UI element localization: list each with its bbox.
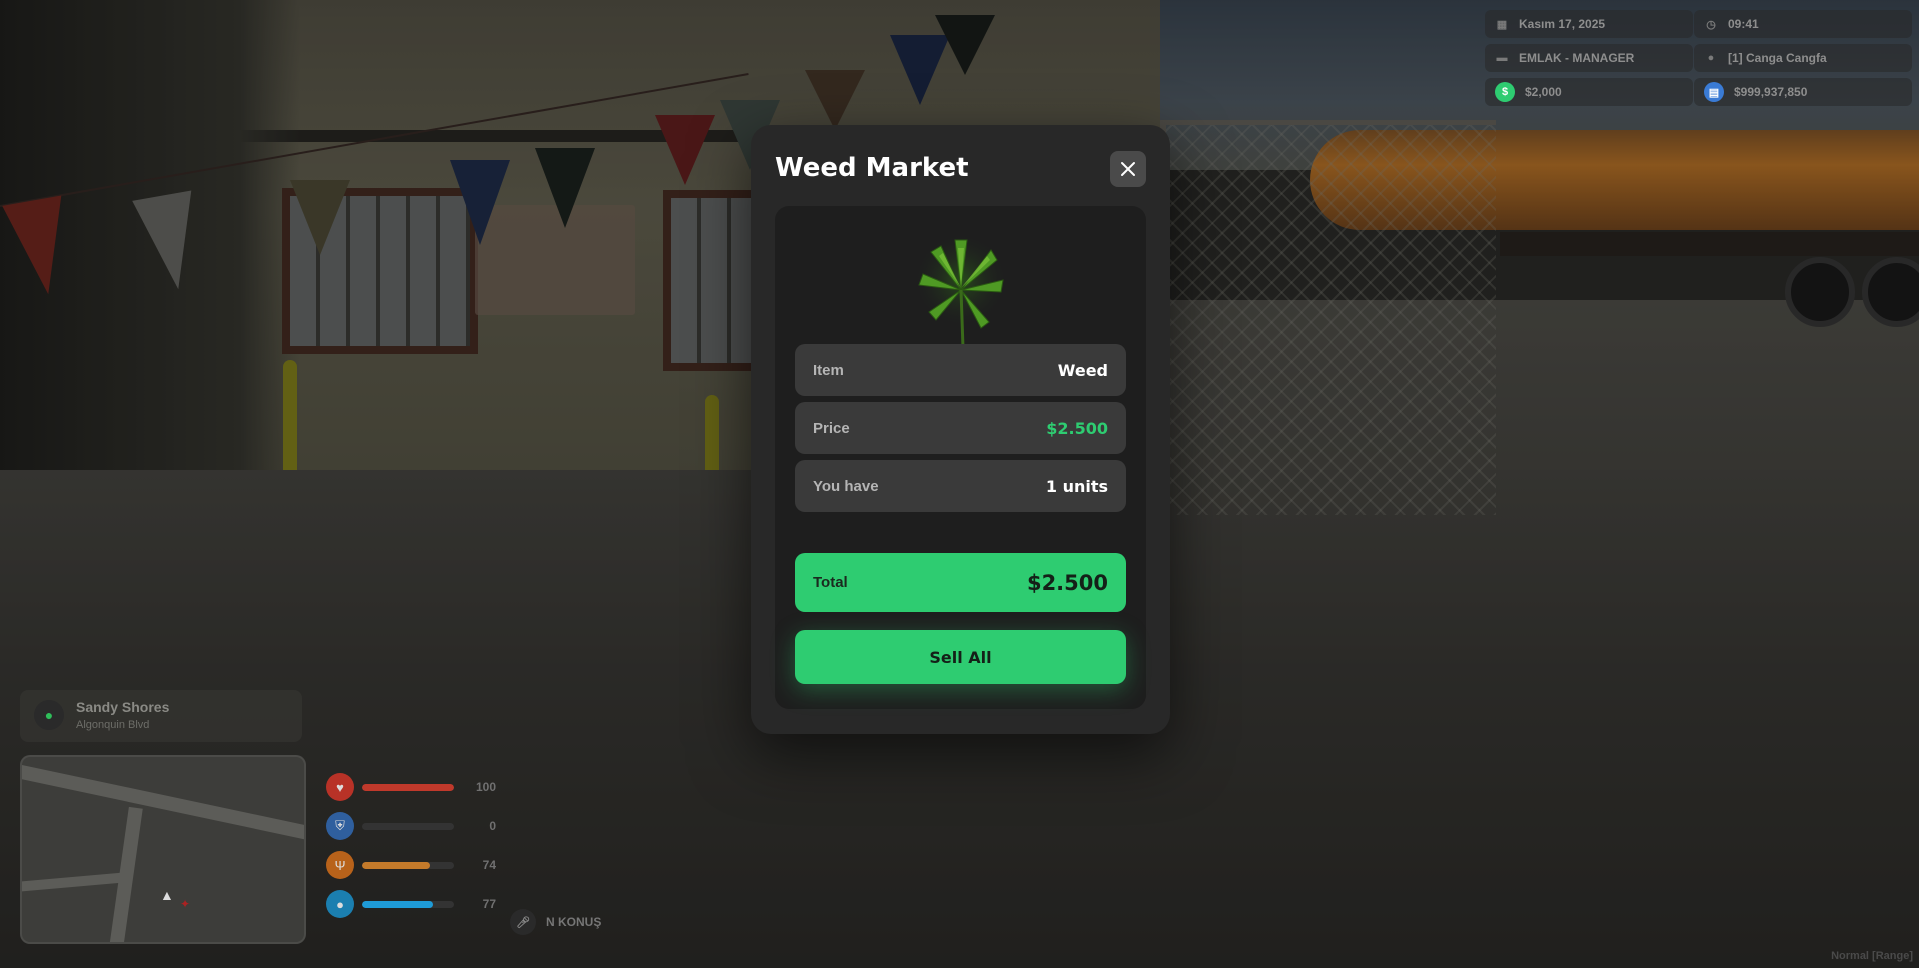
item-label: Item [813,361,844,379]
cash-pill: $ $2,000 [1485,78,1693,106]
weed-leaf-icon [913,237,1009,349]
calendar-icon: ▦ [1496,18,1508,31]
thirst-stat: ● 77 [326,890,496,918]
total-label: Total [813,574,848,591]
shield-icon: ⛨ [326,812,354,840]
date-pill: ▦ Kasım 17, 2025 [1485,10,1693,38]
player-arrow-icon: ▲ [160,887,174,903]
armor-value: 0 [489,819,496,833]
voice-indicator: 🎤︎ N KONUŞ [510,909,601,935]
health-value: 100 [475,780,496,794]
total-value: $2.500 [1026,570,1108,595]
job-pill: ▬ EMLAK - MANAGER [1485,44,1693,72]
hunger-value: 74 [482,858,496,872]
thirst-value: 77 [482,897,496,911]
minimap-road [22,761,304,847]
weed-market-modal: Weed Market Item Weed Price $2.500 You h… [751,125,1170,734]
armor-stat: ⛨ 0 [326,812,496,840]
fork-knife-icon: Ψ [326,851,354,879]
job-text: EMLAK - MANAGER [1519,51,1635,65]
minimap: ▲ ✦ [20,755,306,944]
sell-all-button[interactable]: Sell All [795,630,1126,684]
total-row: Total $2.500 [795,553,1126,612]
location-display: ● Sandy Shores Algonquin Blvd [20,690,302,742]
voice-label: N KONUŞ [546,915,602,929]
bank-icon: ▤ [1704,82,1724,102]
street-name: Sandy Shores [76,699,170,715]
health-stat: ♥ 100 [326,773,496,801]
briefcase-icon: ▬ [1496,52,1508,64]
armor-bar [362,822,454,830]
bank-text: $999,937,850 [1734,85,1808,99]
close-icon [1121,162,1135,176]
cash-icon: $ [1495,82,1515,102]
microphone-icon: 🎤︎ [510,909,536,935]
water-drop-icon: ● [326,890,354,918]
price-label: Price [813,419,850,437]
user-icon: ● [1707,52,1715,64]
sub-street-name: Algonquin Blvd [76,719,150,731]
quantity-label: You have [813,477,879,495]
thirst-bar [362,900,454,908]
clock-icon: ◷ [1706,18,1716,31]
hunger-stat: Ψ 74 [326,851,496,879]
date-text: Kasım 17, 2025 [1519,17,1606,31]
item-value: Weed [1057,360,1108,380]
time-text: 09:41 [1728,17,1759,31]
bank-pill: ▤ $999,937,850 [1694,78,1912,106]
time-pill: ◷ 09:41 [1694,10,1912,38]
health-bar [362,783,454,791]
map-pin-icon: ● [34,700,64,730]
item-panel: Item Weed Price $2.500 You have 1 units … [775,206,1146,709]
modal-title: Weed Market [775,153,969,183]
minimap-road [22,871,133,893]
voice-range-mode: Normal [Range] [1831,950,1913,962]
player-text: [1] Canga Cangfa [1728,51,1827,65]
heart-icon: ♥ [326,773,354,801]
hunger-bar [362,861,454,869]
quantity-value: 1 units [1045,476,1108,496]
close-button[interactable] [1110,151,1146,187]
quantity-row: You have 1 units [795,460,1126,512]
weed-blip-icon: ✦ [180,897,191,911]
price-row: Price $2.500 [795,402,1126,454]
cash-text: $2,000 [1525,85,1562,99]
player-pill: ● [1] Canga Cangfa [1694,44,1912,72]
item-row: Item Weed [795,344,1126,396]
price-value: $2.500 [1046,418,1108,438]
